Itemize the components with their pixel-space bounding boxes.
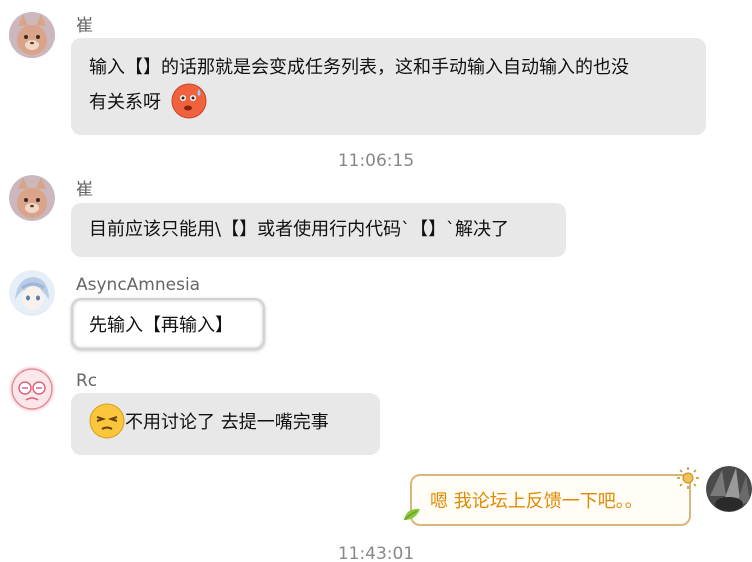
- avatar[interactable]: [9, 366, 55, 412]
- message-bubble[interactable]: 输入【】的话那就是会变成任务列表，这和手动输入自动输入的也没 有关系呀: [71, 38, 706, 135]
- message-text: 嗯 我论坛上反馈一下吧。。: [430, 491, 643, 512]
- avatar[interactable]: [9, 175, 55, 221]
- message-text: 输入【】的话那就是会变成任务列表，这和手动输入自动输入的也没: [89, 57, 629, 78]
- crying-face-avatar-icon: [9, 366, 55, 412]
- leaf-icon: [402, 506, 422, 526]
- dark-anime-avatar-icon: [706, 466, 752, 512]
- cat-avatar-icon: [9, 12, 55, 58]
- message-text: 目前应该只能用\【】或者使用行内代码`【】`解决了: [89, 219, 510, 240]
- timestamp: 11:43:01: [337, 544, 415, 562]
- message-bubble[interactable]: 嗯 我论坛上反馈一下吧。。: [410, 474, 691, 526]
- sender-name: 崔: [76, 180, 93, 200]
- message-text: 先输入【再输入】: [89, 315, 233, 336]
- sender-name: 崔: [76, 16, 93, 36]
- squinting-face-emoji-icon: [89, 403, 125, 439]
- anime-girl-avatar-icon: [9, 270, 55, 316]
- avatar[interactable]: [9, 12, 55, 58]
- avatar[interactable]: [9, 270, 55, 316]
- message-bubble[interactable]: 先输入【再输入】: [71, 298, 265, 350]
- message-text-row: 不用讨论了 去提一嘴完事: [89, 403, 366, 441]
- avatar[interactable]: [706, 466, 752, 512]
- cat-avatar-icon: [9, 175, 55, 221]
- sun-icon: [676, 466, 700, 494]
- message-bubble[interactable]: 不用讨论了 去提一嘴完事: [71, 393, 380, 455]
- chat-window: 崔 输入【】的话那就是会变成任务列表，这和手动输入自动输入的也没 有关系呀 11…: [0, 0, 752, 562]
- sender-name: AsyncAmnesia: [76, 275, 201, 295]
- message-bubble[interactable]: 目前应该只能用\【】或者使用行内代码`【】`解决了: [71, 203, 566, 257]
- message-text: 有关系呀: [89, 92, 161, 113]
- message-text: 不用讨论了 去提一嘴完事: [125, 412, 329, 433]
- timestamp: 11:06:15: [337, 151, 415, 171]
- sender-name: Rc: [76, 371, 98, 391]
- sweating-face-emoji-icon: [171, 83, 207, 119]
- message-text-line2: 有关系呀: [89, 83, 688, 121]
